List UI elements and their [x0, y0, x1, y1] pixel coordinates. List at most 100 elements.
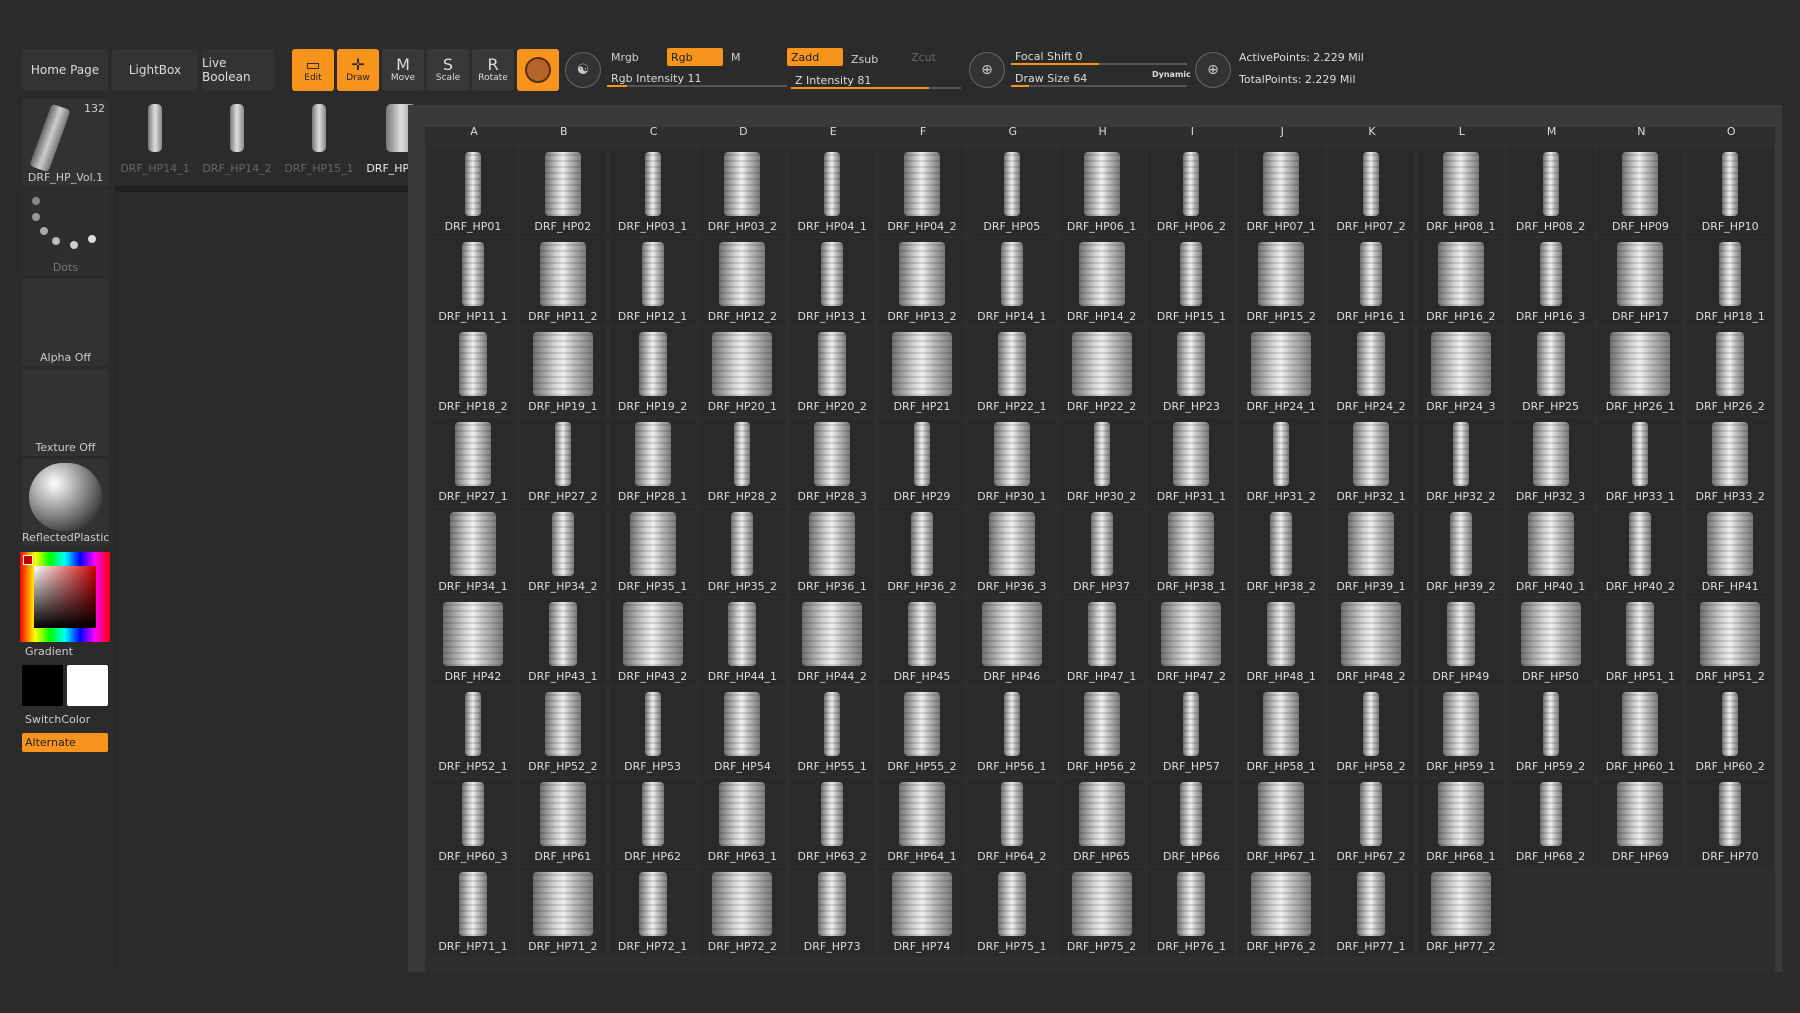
brush-cell[interactable]: DRF_HP62 [609, 778, 696, 866]
brush-cell[interactable]: DRF_HP51_1 [1597, 598, 1684, 686]
brush-cell[interactable]: DRF_HP09 [1597, 148, 1684, 236]
brush-cell[interactable]: DRF_HP75_1 [968, 868, 1055, 956]
lightbox-button[interactable]: LightBox [112, 49, 198, 91]
brush-cell[interactable]: DRF_HP51_2 [1687, 598, 1774, 686]
alternate-button[interactable]: Alternate [22, 733, 108, 752]
alpha-slot[interactable]: Alpha Off [22, 279, 109, 366]
z-intensity-slider[interactable]: Z Intensity 81 [791, 71, 961, 89]
brush-cell[interactable]: DRF_HP28_2 [699, 418, 786, 506]
main-color[interactable] [67, 665, 108, 706]
brush-cell[interactable]: DRF_HP15_1 [1148, 238, 1235, 326]
zadd-toggle[interactable]: Zadd [787, 48, 843, 66]
brush-cell[interactable]: DRF_HP66 [1148, 778, 1235, 866]
brush-cell[interactable]: DRF_HP28_1 [609, 418, 696, 506]
zsub-toggle[interactable]: Zsub [847, 50, 903, 68]
brush-cell[interactable]: DRF_HP16_1 [1328, 238, 1414, 326]
brush-cell[interactable]: DRF_HP20_2 [789, 328, 876, 416]
brush-cell[interactable]: DRF_HP15_2 [1238, 238, 1325, 326]
brush-cell[interactable]: DRF_HP07_1 [1238, 148, 1325, 236]
gradient-label[interactable]: Gradient [25, 645, 73, 658]
brush-cell[interactable]: DRF_HP57 [1148, 688, 1235, 776]
brush-cell[interactable]: DRF_HP24_3 [1417, 328, 1504, 416]
brush-cell[interactable]: DRF_HP71_1 [430, 868, 516, 956]
draw-button[interactable]: ✛ Draw [337, 49, 379, 91]
brush-cell[interactable]: DRF_HP68_2 [1507, 778, 1594, 866]
color-square[interactable] [34, 566, 96, 628]
brush-cell[interactable]: DRF_HP29 [879, 418, 965, 506]
brush-cell[interactable]: DRF_HP35_1 [609, 508, 696, 596]
brush-cell[interactable]: DRF_HP43_1 [519, 598, 606, 686]
brush-cell[interactable]: DRF_HP46 [968, 598, 1055, 686]
brush-cell[interactable]: DRF_HP77_1 [1328, 868, 1414, 956]
brush-cell[interactable]: DRF_HP26_1 [1597, 328, 1684, 416]
brush-cell[interactable]: DRF_HP16_3 [1507, 238, 1594, 326]
brush-cell[interactable]: DRF_HP49 [1417, 598, 1504, 686]
brush-cell[interactable]: DRF_HP38_1 [1148, 508, 1235, 596]
texture-slot[interactable]: Texture Off [22, 369, 109, 456]
brush-cell[interactable]: DRF_HP42 [430, 598, 516, 686]
brush-cell[interactable]: DRF_HP13_1 [789, 238, 876, 326]
brush-cell[interactable]: DRF_HP23 [1148, 328, 1235, 416]
brush-cell[interactable]: DRF_HP76_2 [1238, 868, 1325, 956]
brush-cell[interactable]: DRF_HP03_2 [699, 148, 786, 236]
brush-cell[interactable]: DRF_HP47_2 [1148, 598, 1235, 686]
brush-cell[interactable]: DRF_HP39_2 [1417, 508, 1504, 596]
brush-cell[interactable]: DRF_HP01 [430, 148, 516, 236]
brush-cell[interactable]: DRF_HP34_2 [519, 508, 606, 596]
brush-cell[interactable]: DRF_HP63_2 [789, 778, 876, 866]
brush-cell[interactable]: DRF_HP52_2 [519, 688, 606, 776]
brush-cell[interactable]: DRF_HP31_2 [1238, 418, 1325, 506]
brush-cell[interactable]: DRF_HP21 [879, 328, 965, 416]
brush-cell[interactable]: DRF_HP71_2 [519, 868, 606, 956]
brush-cell[interactable]: DRF_HP32_3 [1507, 418, 1594, 506]
brush-cell[interactable]: DRF_HP44_2 [789, 598, 876, 686]
brush-cell[interactable]: DRF_HP27_1 [430, 418, 516, 506]
brush-cell[interactable]: DRF_HP35_2 [699, 508, 786, 596]
brush-cell[interactable]: DRF_HP16_2 [1417, 238, 1504, 326]
brush-cell[interactable]: DRF_HP19_2 [609, 328, 696, 416]
brush-cell[interactable]: DRF_HP63_1 [699, 778, 786, 866]
brush-cell[interactable]: DRF_HP55_1 [789, 688, 876, 776]
brush-cell[interactable]: DRF_HP40_1 [1507, 508, 1594, 596]
brush-cell[interactable]: DRF_HP06_2 [1148, 148, 1235, 236]
brush-cell[interactable]: DRF_HP20_1 [699, 328, 786, 416]
dynamic-toggle[interactable]: Dynamic [1152, 70, 1191, 79]
brush-cell[interactable]: DRF_HP50 [1507, 598, 1594, 686]
brush-cell[interactable]: DRF_HP04_2 [879, 148, 965, 236]
brush-cell[interactable]: DRF_HP65 [1058, 778, 1145, 866]
brush-cell[interactable]: DRF_HP17 [1597, 238, 1684, 326]
rgb-toggle[interactable]: Rgb [667, 48, 723, 66]
brush-cell[interactable]: DRF_HP75_2 [1058, 868, 1145, 956]
zcut-toggle[interactable]: Zcut [907, 48, 963, 66]
brush-cell[interactable]: DRF_HP30_2 [1058, 418, 1145, 506]
symmetry-button[interactable]: ⊕ [1195, 52, 1231, 88]
brush-cell[interactable]: DRF_HP36_2 [879, 508, 965, 596]
brush-cell[interactable]: DRF_HP04_1 [789, 148, 876, 236]
brush-cell[interactable]: DRF_HP59_2 [1507, 688, 1594, 776]
brush-cell[interactable]: DRF_HP34_1 [430, 508, 516, 596]
brush-cell[interactable]: DRF_HP24_1 [1238, 328, 1325, 416]
brush-cell[interactable]: DRF_HP32_2 [1417, 418, 1504, 506]
brush-cell[interactable]: DRF_HP33_1 [1597, 418, 1684, 506]
material-slot[interactable]: ReflectedPlasticB [22, 459, 109, 546]
brush-cell[interactable]: DRF_HP36_1 [789, 508, 876, 596]
brush-cell[interactable]: DRF_HP32_1 [1328, 418, 1414, 506]
color-sphere-button[interactable]: ☯ [565, 52, 601, 88]
brush-cell[interactable]: DRF_HP07_2 [1328, 148, 1414, 236]
brush-cell[interactable]: DRF_HP47_1 [1058, 598, 1145, 686]
brush-cell[interactable]: DRF_HP41 [1687, 508, 1774, 596]
brush-cell[interactable]: DRF_HP72_1 [609, 868, 696, 956]
scale-button[interactable]: S Scale [427, 49, 469, 91]
brush-cell[interactable]: DRF_HP56_1 [968, 688, 1055, 776]
move-button[interactable]: M Move [382, 49, 424, 91]
color-picker[interactable] [20, 552, 110, 642]
brush-cell[interactable]: DRF_HP06_1 [1058, 148, 1145, 236]
brush-cell[interactable]: DRF_HP54 [699, 688, 786, 776]
home-page-button[interactable]: Home Page [22, 49, 108, 91]
material-toggle-button[interactable] [517, 49, 559, 91]
brush-cell[interactable]: DRF_HP60_2 [1687, 688, 1774, 776]
brush-cell[interactable]: DRF_HP74 [879, 868, 965, 956]
brush-cell[interactable]: DRF_HP53 [609, 688, 696, 776]
brush-cell[interactable]: DRF_HP31_1 [1148, 418, 1235, 506]
brush-cell[interactable]: DRF_HP19_1 [519, 328, 606, 416]
